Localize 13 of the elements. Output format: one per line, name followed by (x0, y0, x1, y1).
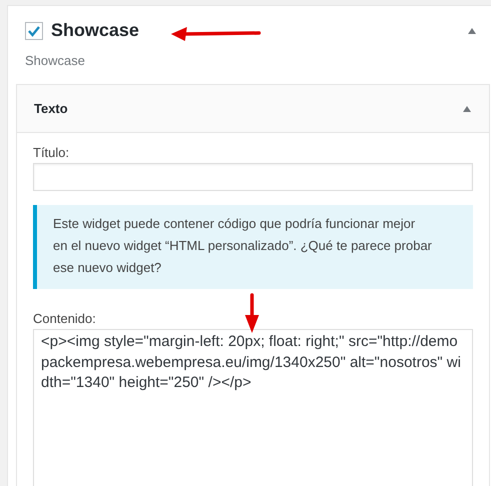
widget-title: Showcase (51, 20, 140, 41)
content-textarea[interactable]: <p><img style="margin-left: 20px; float: right;" src="http://demopackempresa.webempresa.eu/img/1340x250" alt="nosotros" width="1340" height="250" /></p> (33, 329, 473, 486)
arrow (243, 293, 261, 335)
widget-header[interactable]: Texto (17, 85, 489, 133)
widget-subtitle: Showcase (24, 52, 86, 68)
widget-title: Texto (34, 101, 69, 116)
title-input[interactable] (33, 163, 473, 191)
field-label: Contenido: (33, 311, 97, 326)
field-label: Título: (33, 145, 70, 160)
expand-icon[interactable] (462, 104, 472, 112)
notice-message: Este widget puede contener código que podría funcionar mejor en el nuevo widget “HTML personalizado”. ¿Qué te parece probar ese nuevo widget? (33, 205, 473, 289)
collapse-icon[interactable] (467, 26, 477, 34)
checkbox[interactable] (25, 22, 43, 40)
